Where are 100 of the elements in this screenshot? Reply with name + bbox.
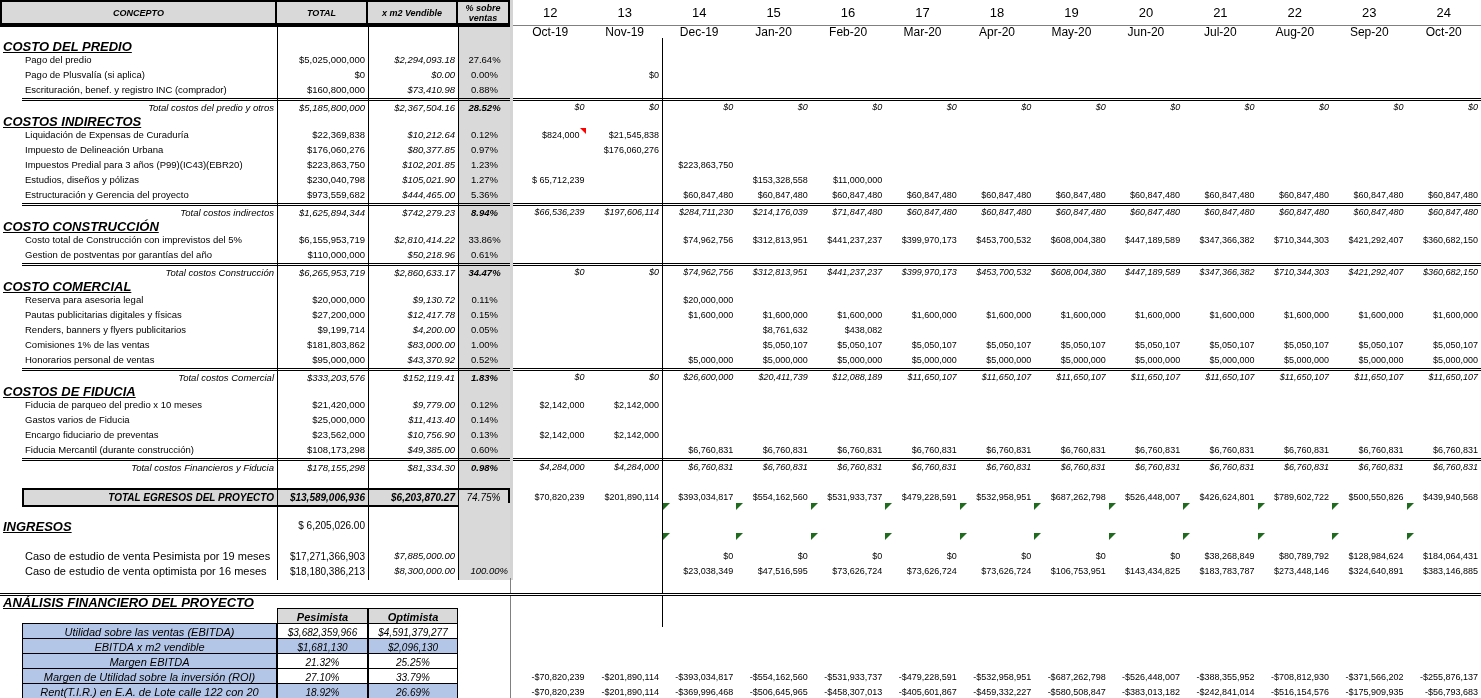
percent-value: 0.12%: [471, 398, 498, 413]
month-value: $ 65,712,239: [531, 173, 585, 187]
month-value: $60,847,480: [1204, 188, 1255, 202]
month-value: $47,516,595: [757, 564, 808, 578]
month-value: $5,000,000: [986, 353, 1032, 367]
per-m2-value: $11,413.40: [408, 413, 455, 428]
month-value: $74,962,756: [683, 266, 734, 280]
percent-value: 33.86%: [468, 233, 501, 248]
month-value: $0: [1095, 549, 1106, 563]
month-value: $5,050,107: [1358, 338, 1404, 352]
month-value: $1,600,000: [1209, 308, 1255, 322]
month-value: $60,847,480: [1353, 188, 1404, 202]
total-value: $223,863,750: [306, 158, 365, 173]
column-header: CONCEPTO: [113, 7, 164, 18]
month-header: Oct-19: [532, 26, 569, 38]
month-value: $1,600,000: [1284, 308, 1330, 322]
month-value: $6,760,831: [1135, 443, 1181, 457]
metric-value: 18.92%: [277, 683, 368, 698]
month-value: $6,760,831: [1358, 461, 1404, 475]
month-value: $6,760,831: [762, 443, 808, 457]
total-value: $230,040,798: [306, 173, 365, 188]
month-value: $184,064,431: [1422, 549, 1478, 563]
per-m2-value: $0.00: [431, 68, 455, 83]
percent-value: 27.64%: [468, 53, 501, 68]
month-value: $531,933,737: [827, 490, 883, 504]
month-header: May-20: [1051, 26, 1092, 38]
percent-value: 0.52%: [471, 353, 498, 368]
column-header: Optimista: [387, 610, 439, 625]
month-value: $5,000,000: [1209, 353, 1255, 367]
total-value: $ 6,205,026.00: [298, 519, 365, 533]
month-value: $6,760,831: [837, 443, 883, 457]
concept-label: Encargo fiduciario de preventas: [25, 428, 159, 443]
month-header: Jul-20: [1204, 26, 1237, 38]
month-value: $60,847,480: [1055, 188, 1106, 202]
month-value: $5,050,107: [911, 338, 957, 352]
month-value: $0: [1244, 101, 1255, 115]
month-value: $5,000,000: [1135, 353, 1181, 367]
period-number: 18: [989, 3, 1005, 22]
month-value: $687,262,798: [1050, 490, 1106, 504]
total-value: $6,155,953,719: [298, 233, 365, 248]
month-value: $74,962,756: [683, 233, 734, 247]
total-value: $18,180,386,213: [289, 564, 365, 579]
percent-value: 0.14%: [471, 413, 498, 428]
month-value: $128,984,624: [1348, 549, 1404, 563]
month-value: $324,640,891: [1348, 564, 1404, 578]
month-header: Jun-20: [1127, 26, 1165, 38]
month-value: $0: [1021, 549, 1032, 563]
month-value: $6,760,831: [1135, 461, 1181, 475]
month-header: Nov-19: [605, 26, 645, 38]
per-m2-value: $8,300,000.00: [394, 564, 455, 579]
per-m2-value: $152,119.41: [402, 371, 455, 385]
period-number: 15: [766, 3, 781, 22]
month-value: -$371,566,202: [1345, 670, 1404, 684]
month-value: $11,650,107: [1130, 371, 1181, 385]
total-value: $333,203,576: [306, 371, 365, 385]
month-value: $312,813,951: [752, 233, 808, 247]
month-value: $273,448,146: [1274, 564, 1330, 578]
per-m2-value: $83,000.00: [407, 338, 455, 353]
concept-label: Caso de estudio de venta Pesimista por 19 meses: [25, 549, 271, 564]
percent-value: 5.36%: [471, 188, 498, 203]
month-value: $399,970,173: [901, 233, 957, 247]
month-value: -$532,958,951: [973, 670, 1032, 684]
month-value: $6,760,831: [1209, 443, 1255, 457]
month-value: $80,789,792: [1279, 549, 1330, 563]
month-value: $0: [1095, 101, 1106, 115]
month-value: $0: [648, 266, 659, 280]
month-value: $6,760,831: [1060, 461, 1106, 475]
column-header: Pesimista: [296, 610, 349, 625]
month-value: -$255,876,137: [1419, 670, 1478, 684]
percent-value: 8.94%: [471, 206, 498, 220]
month-value: -$388,355,952: [1196, 670, 1255, 684]
per-m2-value: $49,385.00: [407, 443, 455, 458]
month-value: $453,700,532: [976, 233, 1032, 247]
month-value: $0: [648, 68, 659, 82]
month-value: $60,847,480: [906, 188, 957, 202]
per-m2-value: $2,294,093.18: [394, 53, 455, 68]
percent-value: 0.05%: [471, 323, 498, 338]
per-m2-value: $2,367,504.16: [394, 101, 455, 115]
month-value: $2,142,000: [613, 428, 659, 442]
month-value: $183,783,787: [1199, 564, 1255, 578]
month-value: $2,142,000: [539, 428, 585, 442]
month-value: $1,600,000: [1432, 308, 1478, 322]
concept-label: Pautas publicitarias digitales y físicas: [25, 308, 182, 323]
month-value: $73,626,724: [981, 564, 1032, 578]
section-heading: COSTOS DE FIDUCIA: [3, 385, 136, 398]
month-value: $106,753,951: [1050, 564, 1106, 578]
month-value: $214,176,039: [752, 206, 808, 220]
concept-label: Fiducia Mercantil (durante construcción): [25, 443, 194, 458]
per-m2-value: $80,377.85: [407, 143, 455, 158]
month-value: $710,344,303: [1274, 266, 1330, 280]
month-value: -$405,601,867: [898, 685, 957, 698]
section-heading: COSTOS INDIRECTOS: [3, 115, 142, 128]
month-value: $441,237,237: [827, 266, 883, 280]
month-value: $201,890,114: [604, 490, 659, 504]
month-value: $447,189,589: [1125, 233, 1181, 247]
total-value: $22,369,838: [312, 128, 365, 143]
month-value: $0: [648, 371, 659, 385]
month-value: $60,847,480: [981, 206, 1032, 220]
month-value: $393,034,817: [678, 490, 734, 504]
month-value: -$201,890,114: [601, 685, 659, 698]
